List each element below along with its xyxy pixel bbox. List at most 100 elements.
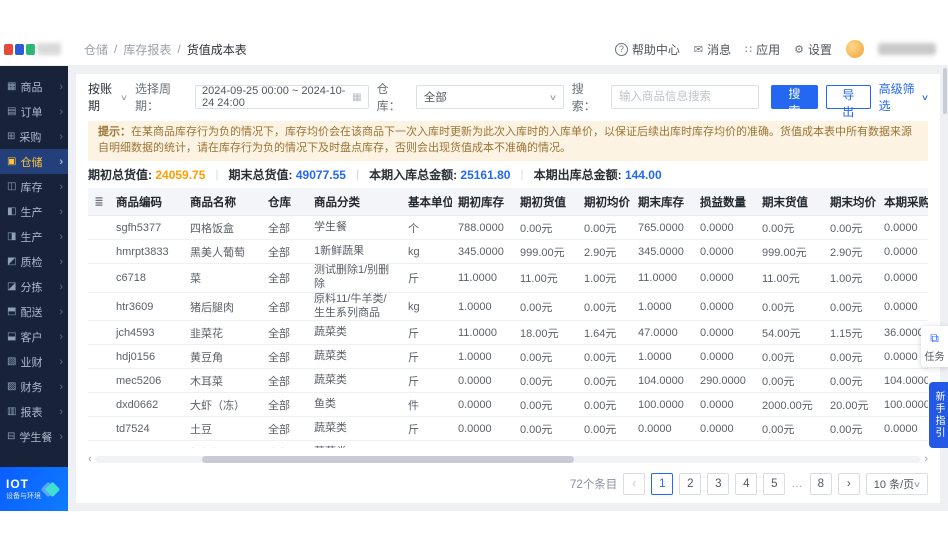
sidebar-item-goods[interactable]: ▦ 商品 ›	[0, 74, 68, 99]
sidebar-item-reports[interactable]: ▥ 报表 ›	[0, 399, 68, 424]
scrollbar-thumb[interactable]	[202, 455, 575, 463]
table-cell: 菜	[184, 263, 262, 293]
prev-page-button[interactable]: ‹	[623, 473, 646, 495]
column-header[interactable]: 仓库	[262, 187, 308, 217]
search-input[interactable]	[611, 85, 759, 109]
table-cell: 11.00元	[756, 263, 824, 293]
page-button-5[interactable]: 5	[763, 473, 786, 495]
next-page-button[interactable]: ›	[837, 473, 860, 495]
warehouse-select[interactable]: 全部 ∨	[415, 85, 564, 109]
date-range-input[interactable]: 2024-09-25 00:00 ~ 2024-10-24 24:00 ▦	[195, 85, 369, 109]
page-ellipsis[interactable]: …	[791, 478, 804, 490]
message-bell-icon: ✉	[693, 43, 704, 56]
user-avatar[interactable]	[846, 40, 864, 58]
sidebar-item-finance[interactable]: ▨ 财务 ›	[0, 374, 68, 399]
table-cell: c6718	[110, 263, 184, 293]
table-cell: 土豆	[184, 416, 262, 442]
table-row[interactable]: sgfh5377 四格饭盒 全部 学生餐个 788.0000 0.00元 0.00元 765.…	[88, 215, 928, 241]
column-header[interactable]: 商品编码	[110, 187, 184, 217]
newbie-guide-tab[interactable]: 新手指引	[929, 382, 948, 448]
sidebar-item-customers[interactable]: ⬓ 客户 ›	[0, 324, 68, 349]
table-row[interactable]: hdj0156 黄豆角 全部 蔬菜类斤 1.0000 0.00元 0.00元 1.0000 0.…	[88, 344, 928, 370]
column-header[interactable]: 期初库存	[452, 187, 514, 217]
table-cell: 件	[402, 392, 452, 418]
column-header[interactable]: 本期采购入库量	[878, 187, 928, 217]
messages-button[interactable]: ✉ 消息	[694, 41, 731, 58]
breadcrumb-item-inventory-reports[interactable]: 库存报表	[123, 41, 171, 58]
sidebar-item-orders[interactable]: ▤ 订单 ›	[0, 99, 68, 124]
sidebar-item-biz-finance[interactable]: ▧ 业财 ›	[0, 349, 68, 374]
help-center-button[interactable]: ? 帮助中心	[614, 41, 680, 58]
sidebar-item-student-meals[interactable]: ⊟ 学生餐 ›	[0, 424, 68, 449]
column-header[interactable]: 期初均价	[578, 187, 632, 217]
table-row[interactable]: td7524 土豆 全部 蔬菜类斤 0.0000 0.00元 0.00元 0.0000 0.00…	[88, 416, 928, 442]
sidebar-item-purchase[interactable]: ⊞ 采购 ›	[0, 124, 68, 149]
notice-text: 在某商品库存行为负的情况下，库存均价会在该商品下一次入库时更新为此次入库时的入库…	[98, 126, 912, 154]
table-row[interactable]: hlj2665红辣椒全部蔬菜类斤5.16000.88元0.17元5.16000.…	[88, 440, 928, 448]
finance-icon: ▨	[7, 381, 17, 392]
summary-value: 144.00	[624, 167, 662, 182]
table-cell: 1.0000	[452, 344, 514, 370]
table-row[interactable]: c6718 菜全部 测试删除1/别删除斤 11.0000 11.00元 1.00元 11.0…	[88, 263, 928, 293]
chevron-right-icon: ›	[59, 280, 63, 293]
table-row[interactable]: hmrpt3833 黑美人葡萄 全部 1新鲜蔬果 kg 345.0000 999.00元 2.…	[88, 239, 928, 265]
table-row[interactable]: htr3609 猪后腿肉 全部 原料11/牛羊类/生生系列商品 kg 1.0000 0.00…	[88, 292, 928, 322]
page-button-4[interactable]: 4	[735, 473, 758, 495]
sidebar-item-production-1[interactable]: ◧ 生产 ›	[0, 199, 68, 224]
user-name-blurred[interactable]	[878, 43, 936, 55]
period-type-dropdown[interactable]: 按账期 ∨	[88, 80, 128, 114]
column-header[interactable]: 期初货值	[514, 187, 578, 217]
table-row[interactable]: jch4593 韭菜花 全部 蔬菜类斤 11.0000 18.00元 1.64元 47.000…	[88, 320, 928, 346]
page-button-8[interactable]: 8	[809, 473, 832, 495]
page-size-select[interactable]: 10 条/页 ∨	[865, 473, 928, 495]
column-header[interactable]: 商品分类	[308, 187, 402, 217]
biz-finance-icon: ▧	[7, 356, 17, 367]
tasks-widget[interactable]: ⧉ 任务	[921, 326, 948, 367]
table-row[interactable]: mec5206 木耳菜 全部 蔬菜类斤 0.0000 0.00元 0.00元 104.0000…	[88, 368, 928, 394]
column-header[interactable]: 基本单位	[402, 187, 452, 217]
sidebar-item-delivery[interactable]: ⬒ 配送 ›	[0, 299, 68, 324]
table-cell: 0.00元	[578, 416, 632, 442]
table-cell: 全部	[262, 292, 308, 322]
table-cell: 0.00元	[824, 292, 878, 322]
table-cell: 全部	[262, 344, 308, 370]
table-cell: 1.0000	[452, 292, 514, 322]
orders-icon: ▤	[7, 106, 17, 117]
scroll-right-icon[interactable]: ›	[924, 453, 928, 465]
sidebar-item-sorting[interactable]: ◪ 分拣 ›	[0, 274, 68, 299]
column-header[interactable]: 期末货值	[756, 187, 824, 217]
advanced-filter-toggle[interactable]: 高级筛选 ∨	[879, 80, 930, 114]
table-row[interactable]: dxd0662 大虾（冻） 全部 鱼类件 0.0000 0.00元 0.00元 100.000…	[88, 392, 928, 418]
scrollbar-track	[94, 455, 922, 463]
table-cell: 0.0000	[694, 263, 756, 293]
gear-icon: ⚙	[794, 43, 804, 56]
settings-button[interactable]: ⚙ 设置	[794, 41, 832, 58]
sidebar-item-label: 配送	[20, 306, 43, 319]
apps-button[interactable]: ∷ 应用	[745, 41, 780, 58]
export-button[interactable]: 导出	[825, 85, 871, 119]
column-header[interactable]: 损益数量	[694, 187, 756, 217]
column-header[interactable]: 期末库存	[632, 187, 694, 217]
search-button[interactable]: 搜索	[771, 85, 818, 118]
sidebar-item-label: 商品	[20, 81, 43, 94]
column-header[interactable]: 期末均价	[824, 187, 878, 217]
page-button-1[interactable]: 1	[651, 473, 674, 495]
summary-value: 24059.75	[155, 167, 206, 182]
table-cell: 999.00元	[514, 239, 578, 265]
page-button-2[interactable]: 2	[679, 473, 702, 495]
page-button-3[interactable]: 3	[707, 473, 730, 495]
sidebar-item-inventory[interactable]: ◫ 库存 ›	[0, 174, 68, 199]
sidebar-item-quality[interactable]: ◩ 质检 ›	[0, 249, 68, 274]
table-cell: 11.00元	[514, 263, 578, 293]
column-settings-icon[interactable]: ≣	[94, 196, 103, 208]
breadcrumb-item-warehouse[interactable]: 仓储	[84, 41, 108, 58]
sidebar-item-warehouse[interactable]: ▣ 仓储 ›	[0, 149, 68, 174]
iot-module[interactable]: IOT 设备与环境	[0, 467, 68, 511]
sidebar-item-production-2[interactable]: ◨ 生产 ›	[0, 224, 68, 249]
app-logo[interactable]	[0, 33, 68, 65]
table-cell: 999.00元	[756, 239, 824, 265]
table-cell: 0.0000	[632, 416, 694, 442]
column-header[interactable]: 商品名称	[184, 187, 262, 217]
vertical-scrollbar-thumb[interactable]	[943, 68, 947, 114]
scroll-left-icon[interactable]: ‹	[88, 453, 92, 465]
